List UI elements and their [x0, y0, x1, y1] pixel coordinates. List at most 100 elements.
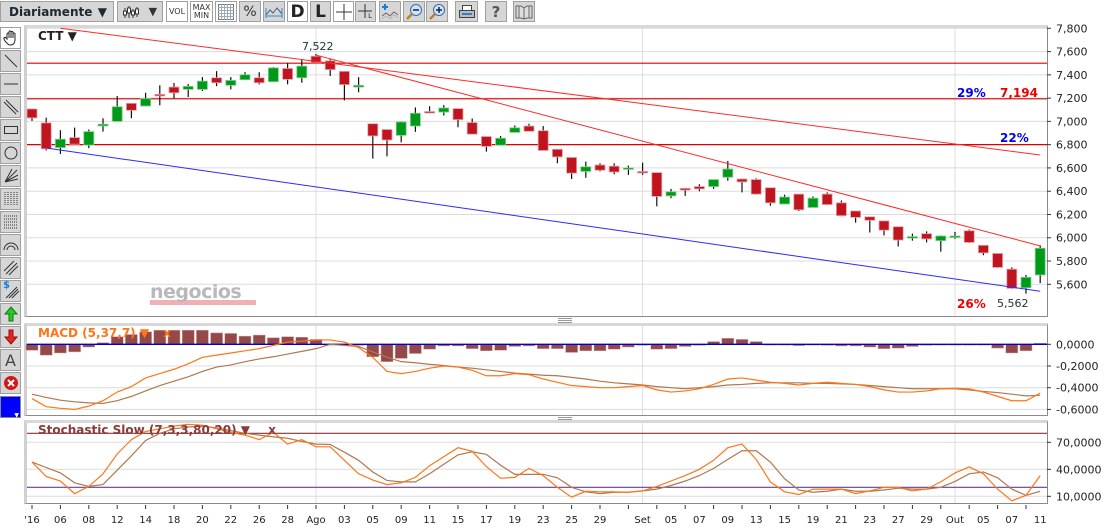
price-axis-label: 7,200	[1056, 92, 1088, 105]
price-axis-label: 7,800	[1056, 22, 1088, 35]
macd-histogram-bar	[593, 344, 607, 352]
macd-histogram-bar	[664, 344, 678, 349]
candle-down	[694, 186, 705, 190]
candle-down	[850, 210, 861, 218]
macd-title[interactable]: MACD (5,37,7) ▼ x	[38, 326, 171, 340]
candle-down	[126, 102, 137, 111]
pct-22-annotation: 22%	[1000, 131, 1029, 145]
date-axis-label: 25	[565, 515, 578, 526]
macd-histogram-bar	[465, 344, 479, 349]
symbol-selector[interactable]: CTT ▼	[38, 29, 77, 43]
price-axis-label: 7,600	[1056, 46, 1088, 59]
macd-axis-label: -0,4000	[1056, 382, 1098, 395]
date-axis-label: 05	[977, 515, 990, 526]
candle-up	[395, 121, 407, 136]
candle-down	[168, 86, 180, 94]
macd-histogram-bar	[1005, 344, 1019, 354]
candle-down	[1006, 268, 1018, 289]
date-axis-label: 07	[1005, 515, 1018, 526]
date-axis-label: 18	[168, 515, 181, 526]
stochastic-close-button[interactable]: x	[268, 423, 276, 437]
stochastic-title[interactable]: Stochastic Slow (7,3,3,80,20) ▼ x	[38, 423, 276, 437]
candle-down	[552, 148, 563, 158]
chevron-down-icon: ▼	[139, 326, 150, 340]
candle-down	[963, 230, 975, 243]
price-axis-label: 7,000	[1056, 115, 1088, 128]
candle-up	[807, 197, 819, 208]
macd-axis-label: 0,0000	[1056, 338, 1095, 351]
watermark-logo: negocios	[150, 281, 256, 305]
candle-down	[651, 172, 663, 197]
date-axis-label: 21	[835, 515, 848, 526]
macd-histogram-bar	[181, 329, 195, 345]
date-axis-label: 09	[395, 515, 408, 526]
price-axis-label: 6,400	[1056, 185, 1088, 198]
candle-up	[1020, 276, 1032, 289]
macd-close-button[interactable]: x	[163, 326, 171, 340]
macd-histogram-bar	[252, 334, 266, 345]
date-axis-label: 05	[366, 515, 379, 526]
macd-histogram-bar	[579, 344, 593, 352]
candle-down	[921, 233, 932, 240]
charts-canvas: 7,800 7,600 7,400 7,200 7,000 6,800 6,600 6,400…	[24, 22, 1102, 526]
candle-down	[154, 93, 166, 97]
candle-up	[140, 98, 152, 107]
candle-up	[409, 112, 421, 127]
macd-histogram-bar	[480, 344, 493, 352]
date-axis-label: 11	[423, 515, 436, 526]
date-axis-label: 19	[508, 515, 521, 526]
date-axis-label: '16	[24, 515, 39, 526]
stochastic-axis-label: 40,0000	[1056, 463, 1102, 476]
candle-down	[821, 193, 833, 205]
candle-up	[708, 179, 719, 187]
candle-up	[1034, 247, 1046, 276]
candle-up	[353, 84, 365, 88]
candle-down	[978, 244, 989, 254]
macd-histogram-bar	[607, 344, 621, 350]
symbol-label: CTT	[38, 29, 64, 43]
date-axis-label: Set	[634, 515, 651, 526]
candle-down	[793, 193, 805, 211]
date-axis-label: 23	[537, 515, 550, 526]
stochastic-axis-label: 70,0000	[1056, 436, 1102, 449]
macd-histogram-bar	[423, 344, 436, 350]
date-axis-label: 15	[778, 515, 791, 526]
candle-down	[878, 220, 890, 231]
red-trendline	[60, 27, 1041, 156]
watermark-text: negocios	[150, 281, 242, 303]
date-axis-label: 27	[892, 515, 905, 526]
stochastic-title-text: Stochastic Slow (7,3,3,80,20)	[38, 423, 237, 437]
date-axis-label: 13	[750, 515, 763, 526]
candle-up	[111, 106, 123, 122]
macd-histogram-bar	[25, 344, 39, 351]
candle-up	[267, 67, 279, 83]
macd-histogram-bar	[409, 344, 422, 354]
date-axis-label: 08	[82, 515, 95, 526]
date-axis-label: 14	[139, 515, 152, 526]
macd-histogram-bar	[39, 344, 53, 356]
date-axis-label: 23	[863, 515, 876, 526]
date-axis-label: 12	[111, 515, 124, 526]
macd-histogram-bar	[494, 344, 507, 351]
date-axis-label: 19	[807, 515, 820, 526]
macd-histogram-bar	[68, 344, 81, 353]
candle-down	[69, 137, 80, 145]
candle-up	[182, 85, 194, 90]
date-axis-label: 05	[665, 515, 678, 526]
macd-title-text: MACD (5,37,7)	[38, 326, 136, 340]
candle-down	[892, 226, 904, 241]
macd-axis-label: -0,2000	[1056, 360, 1098, 373]
macd-histogram-bar	[394, 344, 408, 359]
low-annotation: 5,562	[997, 297, 1029, 310]
red-trendline	[315, 54, 1041, 247]
macd-histogram-bar	[1019, 344, 1033, 352]
date-axis-label: 15	[452, 515, 465, 526]
stochastic-axis-label: 10,0000	[1056, 490, 1102, 503]
price-axis-label: 6,800	[1056, 139, 1088, 152]
candle-up	[438, 107, 450, 113]
candle-down	[452, 108, 464, 121]
macd-histogram-bar	[735, 339, 749, 345]
candle-up	[55, 138, 66, 148]
macd-histogram-bar	[650, 344, 664, 350]
price-axis-label: 6,000	[1056, 232, 1088, 245]
